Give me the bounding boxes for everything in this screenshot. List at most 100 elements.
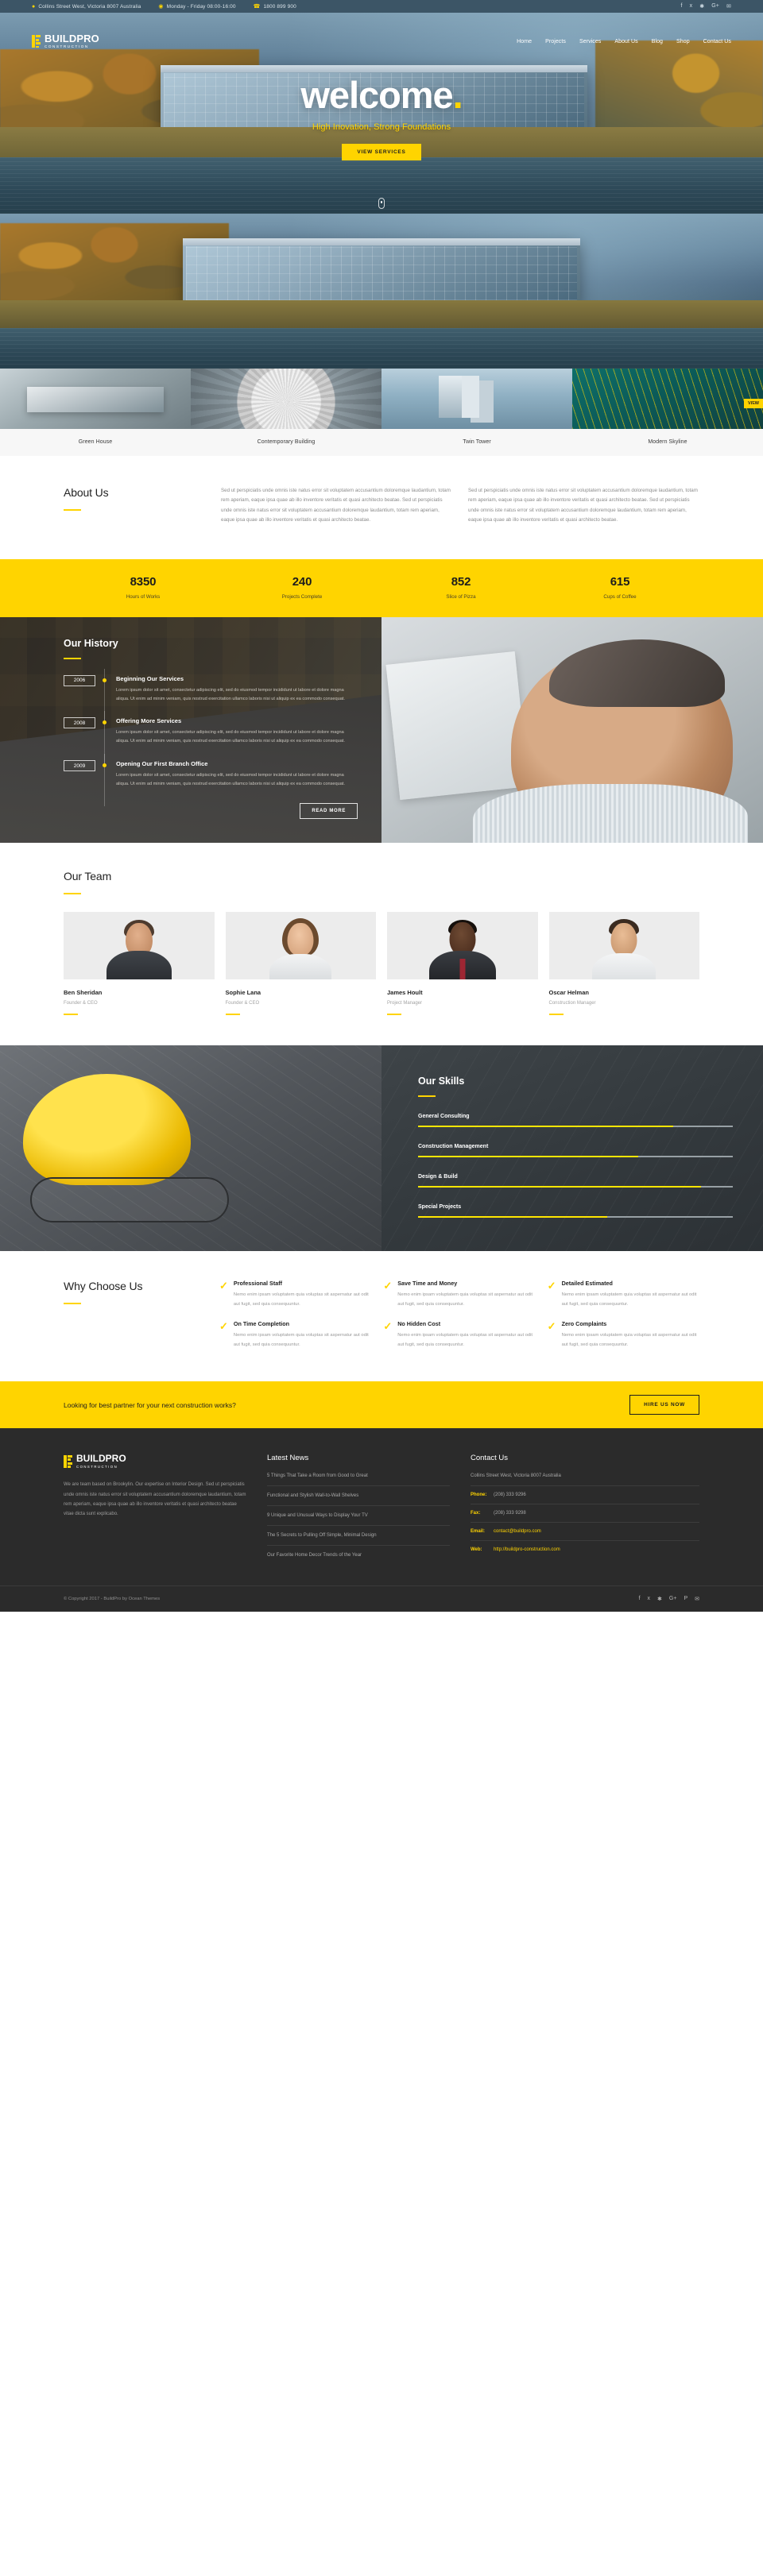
history-architect-photo bbox=[382, 616, 763, 844]
nav-item-services[interactable]: Services bbox=[579, 39, 601, 44]
google-plus-icon[interactable]: G+ bbox=[669, 1596, 677, 1602]
check-mark-icon: ✓ bbox=[383, 1280, 393, 1292]
footer-news-item[interactable]: Our Favorite Home Decor Trends of the Ye… bbox=[267, 1546, 450, 1565]
portfolio-banner-ground bbox=[0, 300, 763, 332]
footer-contact-value[interactable]: http://buildpro-construction.com bbox=[494, 1547, 560, 1552]
about-accent-rule bbox=[64, 509, 81, 511]
footer-news-item[interactable]: 9 Unique and Unusual Ways to Display You… bbox=[267, 1506, 450, 1527]
portfolio-item[interactable]: VIEW Modern Skyline bbox=[572, 369, 763, 456]
location-pin-icon: ● bbox=[32, 3, 36, 10]
why-choose-us-section: Why Choose Us ✓ Professional Staff Nemo e… bbox=[0, 1251, 763, 1382]
timeline-dot-icon bbox=[102, 763, 107, 768]
dribbble-icon[interactable]: ✱ bbox=[657, 1596, 662, 1602]
footer-contact-key: Phone: bbox=[471, 1493, 487, 1498]
footer-news-item[interactable]: 5 Things That Take a Room from Good to G… bbox=[267, 1473, 450, 1487]
skill-progress-track bbox=[418, 1216, 733, 1218]
nav-item-projects[interactable]: Projects bbox=[545, 39, 566, 44]
dribbble-icon[interactable]: ✱ bbox=[699, 3, 704, 10]
team-member-card[interactable]: Oscar Helman Construction Manager bbox=[548, 912, 699, 1016]
avatar-necktie bbox=[459, 959, 466, 980]
why-feature-text: Nemo enim ipsam voluptatem quia voluptas… bbox=[397, 1292, 533, 1307]
architect-shirt bbox=[473, 784, 748, 844]
avatar-body bbox=[106, 951, 172, 980]
stat-value: 8350 bbox=[130, 574, 157, 589]
hero-subtitle: High Inovation, Strong Foundations bbox=[312, 122, 451, 132]
skill-progress-fill bbox=[418, 1126, 673, 1128]
footer-contact-value[interactable]: contact@buildpro.com bbox=[494, 1529, 541, 1534]
avatar-head bbox=[610, 923, 637, 956]
twitter-icon[interactable]: x bbox=[648, 1596, 651, 1602]
google-plus-icon[interactable]: G+ bbox=[711, 3, 719, 10]
why-feature: ✓ Zero Complaints Nemo enim ipsam volupta… bbox=[548, 1320, 699, 1350]
why-feature-text: Nemo enim ipsam voluptatem quia voluptas… bbox=[397, 1333, 533, 1347]
call-to-action-bar: Looking for best partner for your next c… bbox=[0, 1381, 763, 1429]
portfolio-thumbnail-contemporary-building[interactable] bbox=[191, 369, 382, 429]
why-feature: ✓ Detailed Estimated Nemo enim ipsam volu… bbox=[548, 1280, 699, 1309]
team-member-card[interactable]: Ben Sheridan Founder & CEO bbox=[64, 912, 215, 1016]
portfolio-item[interactable]: Contemporary Building bbox=[191, 369, 382, 456]
phone-icon: ☎ bbox=[253, 3, 261, 10]
timeline-text: Lorem ipsum dolor sit amet, consectetur … bbox=[116, 687, 345, 701]
team-member-photo bbox=[548, 912, 699, 980]
timeline-text: Lorem ipsum dolor sit amet, consectetur … bbox=[116, 773, 345, 787]
scroll-down-indicator-icon[interactable] bbox=[378, 198, 385, 209]
topbar-social-links[interactable]: f x ✱ G+ ✉ bbox=[680, 3, 731, 10]
nav-item-contact-us[interactable]: Contact Us bbox=[703, 39, 731, 44]
about-paragraph-2: Sed ut perspiciatis unde omnis iste natu… bbox=[468, 488, 698, 523]
nav-item-about-us[interactable]: About Us bbox=[614, 39, 637, 44]
hero-title-text: welcome bbox=[300, 73, 453, 116]
footer-news-item[interactable]: Functional and Stylish Wall-to-Wall Shel… bbox=[267, 1486, 450, 1507]
stat-slice-of-pizza: 852 Slice of Pizza bbox=[382, 575, 540, 600]
timeline-connector bbox=[95, 711, 113, 763]
portfolio-item[interactable]: Green House bbox=[0, 369, 191, 456]
footer-social-links[interactable]: f x ✱ G+ P ✉ bbox=[639, 1596, 699, 1602]
hire-us-now-button[interactable]: HIRE US NOW bbox=[629, 1395, 699, 1415]
portfolio-thumbnail-green-house[interactable] bbox=[0, 369, 191, 429]
main-navigation[interactable]: Home Projects Services About Us Blog Sho… bbox=[517, 39, 731, 44]
stat-label: Slice of Pizza bbox=[446, 593, 476, 600]
team-member-card[interactable]: James Hoult Project Manager bbox=[387, 912, 538, 1016]
footer-news-item[interactable]: The 5 Secrets to Pulling Off Simple, Min… bbox=[267, 1526, 450, 1547]
stat-label: Projects Complete bbox=[281, 593, 323, 600]
skill-label: Special Projects bbox=[418, 1204, 462, 1211]
footer-contact-web[interactable]: Web: http://buildpro-construction.com bbox=[471, 1541, 699, 1558]
portfolio-banner-water bbox=[0, 328, 763, 369]
portfolio-thumbnail-twin-tower[interactable] bbox=[382, 369, 572, 429]
footer-contact-email[interactable]: Email: contact@buildpro.com bbox=[471, 1523, 699, 1542]
why-feature: ✓ Professional Staff Nemo enim ipsam volu… bbox=[219, 1280, 370, 1309]
topbar-phone[interactable]: ☎ 1800 899 900 bbox=[254, 4, 296, 10]
team-member-photo bbox=[64, 912, 215, 980]
email-icon[interactable]: ✉ bbox=[726, 3, 731, 10]
timeline-item: 2009 Opening Our First Branch Office Lor… bbox=[64, 754, 358, 806]
why-feature-heading: No Hidden Cost bbox=[397, 1320, 441, 1328]
team-member-name: Oscar Helman bbox=[548, 989, 589, 997]
portfolio-item[interactable]: Twin Tower bbox=[382, 369, 572, 456]
team-accent-rule bbox=[64, 893, 81, 895]
email-icon[interactable]: ✉ bbox=[695, 1596, 699, 1602]
stat-label: Cups of Coffee bbox=[603, 593, 637, 600]
portfolio-view-badge[interactable]: VIEW bbox=[743, 399, 763, 408]
portfolio-thumbnail-modern-skyline[interactable]: VIEW bbox=[572, 369, 763, 429]
why-feature-heading: Zero Complaints bbox=[561, 1320, 607, 1328]
team-member-card[interactable]: Sophie Lana Founder & CEO bbox=[225, 912, 376, 1016]
topbar-hours: ◉ Monday - Friday 08:00-16:00 bbox=[158, 4, 235, 10]
nav-item-shop[interactable]: Shop bbox=[676, 39, 690, 44]
footer-logo[interactable]: BUILDPRO CONSTRUCTION bbox=[64, 1454, 246, 1469]
facebook-icon[interactable]: f bbox=[680, 3, 682, 10]
view-services-button[interactable]: VIEW SERVICES bbox=[342, 143, 421, 160]
twitter-icon[interactable]: x bbox=[690, 3, 693, 10]
site-logo[interactable]: BUILDPRO CONSTRUCTION bbox=[32, 33, 99, 49]
footer-contact-key: Web: bbox=[471, 1547, 482, 1553]
pinterest-icon[interactable]: P bbox=[684, 1596, 687, 1602]
facebook-icon[interactable]: f bbox=[639, 1596, 641, 1602]
buildpro-logo-icon bbox=[32, 35, 41, 48]
portfolio-title: Modern Skyline bbox=[572, 429, 763, 456]
team-section: Our Team Ben Sheridan Founder & CEO Soph… bbox=[0, 843, 763, 1046]
stat-hours-of-works: 8350 Hours of Works bbox=[64, 575, 223, 600]
nav-item-blog[interactable]: Blog bbox=[652, 39, 663, 44]
read-more-button[interactable]: READ MORE bbox=[300, 803, 358, 820]
timeline-heading: Opening Our First Branch Office bbox=[116, 760, 208, 768]
nav-item-home[interactable]: Home bbox=[517, 39, 532, 44]
team-member-name: James Hoult bbox=[387, 989, 423, 997]
architect-hair bbox=[549, 639, 725, 708]
